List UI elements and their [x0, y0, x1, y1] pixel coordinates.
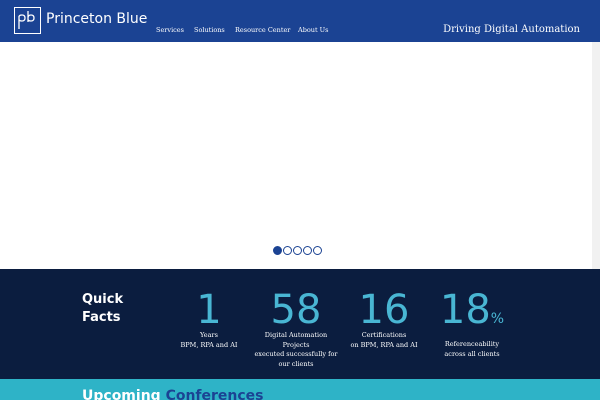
conferences-heading-word2: Conferences [165, 388, 264, 400]
header-tagline: Driving Digital Automation [443, 24, 580, 35]
upcoming-conferences-section: Upcoming Conferences [0, 379, 600, 400]
nav-item-resource-center[interactable]: Resource Center [235, 26, 290, 34]
fact-label: executed successfully for [254, 350, 338, 358]
fact-number-value: 18 [439, 287, 491, 333]
fact-referenceability: 18% Referenceability across all clients [417, 289, 527, 359]
nav-item-services[interactable]: Services [156, 26, 184, 34]
fact-number-value: 16 [358, 287, 410, 333]
fact-number: 18% [417, 289, 527, 340]
fact-label: across all clients [444, 349, 500, 358]
site-header: Princeton Blue Services Solutions Resour… [0, 0, 600, 42]
quick-facts-heading-line2: Facts [82, 310, 121, 325]
brand-name[interactable]: Princeton Blue [46, 11, 147, 27]
slider-dot-1[interactable] [273, 246, 282, 255]
fact-number-value: 58 [270, 287, 322, 333]
fact-percent-suffix: % [490, 311, 505, 327]
fact-number-value: 1 [196, 287, 222, 333]
nav-item-about-us[interactable]: About Us [298, 26, 328, 34]
slider-dot-3[interactable] [293, 246, 302, 255]
conferences-heading: Upcoming Conferences [82, 388, 264, 400]
fact-label: our clients [278, 359, 314, 368]
fact-label: Referenceability [444, 340, 500, 348]
slider-dot-4[interactable] [303, 246, 312, 255]
hero-slider [0, 42, 600, 269]
quick-facts-heading: Quick Facts [82, 291, 142, 327]
quick-facts-heading-line1: Quick [82, 292, 124, 307]
slider-dot-5[interactable] [313, 246, 322, 255]
logo-icon[interactable] [14, 7, 41, 34]
slider-dot-2[interactable] [283, 246, 292, 255]
conferences-heading-word1: Upcoming [82, 388, 161, 400]
quick-facts-section: Quick Facts 1 Years BPM, RPA and AI 58 D… [0, 269, 600, 379]
nav-item-solutions[interactable]: Solutions [194, 26, 225, 34]
logo-mark [18, 11, 35, 29]
page-scrollbar[interactable] [592, 42, 600, 269]
